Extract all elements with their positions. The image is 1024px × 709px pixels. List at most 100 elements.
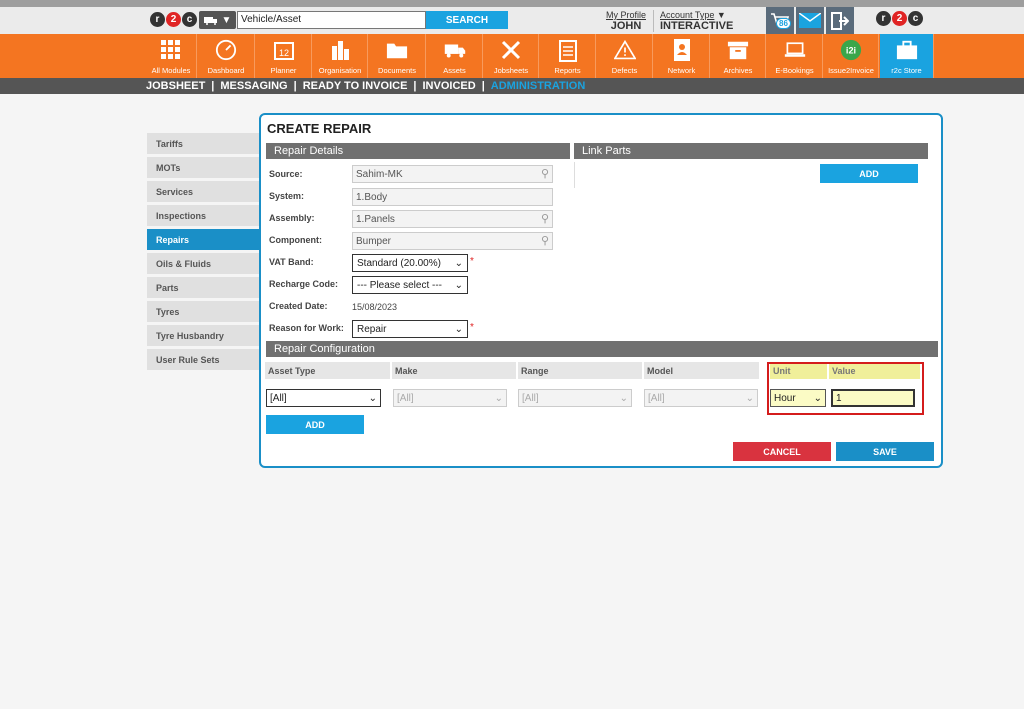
vehicle-search-input[interactable]: Vehicle/Asset (237, 11, 426, 29)
subnav-jobsheet[interactable]: JOBSHEET (146, 80, 205, 92)
clipboard-icon (557, 39, 579, 62)
logo-letter-2: 2 (166, 12, 181, 27)
vat-band-value: Standard (20.00%) (357, 257, 441, 269)
chevron-down-icon: ⌄ (454, 257, 463, 269)
folder-icon (386, 39, 408, 61)
col-asset-type: Asset Type (265, 362, 390, 379)
nav-defects[interactable]: Defects (597, 34, 653, 78)
my-profile[interactable]: My Profile JOHN (605, 10, 647, 32)
range-select[interactable]: [All] ⌄ (518, 389, 632, 407)
nav-network[interactable]: Network (654, 34, 710, 78)
sidebar-item-tyres[interactable]: Tyres (147, 301, 259, 322)
nav-r2c-store[interactable]: r2c Store (880, 34, 934, 78)
logo-letter-c: c (182, 12, 197, 27)
logo-letter-r: r (876, 11, 891, 26)
col-range: Range (518, 362, 642, 379)
nav-jobsheets[interactable]: Jobsheets (484, 34, 539, 78)
sidebar-item-inspections[interactable]: Inspections (147, 205, 259, 226)
nav-e-bookings[interactable]: E-Bookings (767, 34, 823, 78)
assembly-field[interactable]: 1.Panels ⚲ (352, 210, 553, 228)
vat-band-select[interactable]: Standard (20.00%) ⌄ (352, 254, 468, 272)
notification-badge: 86 (776, 18, 791, 29)
col-make: Make (392, 362, 516, 379)
briefcase-icon (896, 39, 918, 61)
nav-label: Planner (270, 66, 297, 75)
sidebar-item-user-rule-sets[interactable]: User Rule Sets (147, 349, 259, 370)
truck-icon (444, 39, 466, 61)
reason-label: Reason for Work: (269, 323, 344, 333)
page-title: CREATE REPAIR (267, 121, 372, 136)
sidebar-item-parts[interactable]: Parts (147, 277, 259, 298)
account-type-link[interactable]: Account Type (660, 10, 714, 20)
sidebar-item-tariffs[interactable]: Tariffs (147, 133, 259, 154)
search-button[interactable]: SEARCH (426, 11, 508, 29)
model-select[interactable]: [All] ⌄ (644, 389, 758, 407)
messages-button[interactable] (796, 7, 824, 34)
search-icon[interactable]: ⚲ (541, 212, 549, 225)
source-value: Sahim-MK (356, 169, 403, 180)
sidebar-item-tyre-husbandry[interactable]: Tyre Husbandry (147, 325, 259, 346)
account-type[interactable]: Account Type ▼ INTERACTIVE (653, 10, 733, 32)
admin-sidebar: Tariffs MOTs Services Inspections Repair… (147, 133, 259, 373)
cancel-button[interactable]: CANCEL (733, 442, 831, 461)
vehicle-type-selector[interactable]: ▼ (199, 11, 236, 29)
r2c-logo-right: r2c (876, 11, 924, 26)
logout-button[interactable] (826, 7, 854, 34)
r2c-logo-left[interactable]: r2c (150, 12, 198, 27)
sidebar-item-oils-fluids[interactable]: Oils & Fluids (147, 253, 259, 274)
system-field[interactable]: 1.Body (352, 188, 553, 206)
nav-label: Documents (378, 66, 416, 75)
i2i-text: i2i (846, 46, 856, 56)
save-button[interactable]: SAVE (836, 442, 934, 461)
make-select[interactable]: [All] ⌄ (393, 389, 507, 407)
nav-label: E-Bookings (775, 66, 814, 75)
search-icon[interactable]: ⚲ (541, 234, 549, 247)
make-value: [All] (397, 392, 414, 404)
nav-all-modules[interactable]: All Modules (146, 34, 197, 78)
nav-documents[interactable]: Documents (369, 34, 426, 78)
gauge-icon (215, 39, 237, 61)
chevron-down-icon: ⌄ (368, 392, 377, 404)
source-label: Source: (269, 169, 303, 179)
source-field[interactable]: Sahim-MK ⚲ (352, 165, 553, 183)
search-icon[interactable]: ⚲ (541, 167, 549, 180)
chevron-down-icon: ▼ (716, 10, 726, 20)
logo-letter-r: r (150, 12, 165, 27)
nav-label: Defects (611, 66, 638, 75)
notifications-button[interactable]: 86 (766, 7, 794, 34)
nav-dashboard[interactable]: Dashboard (198, 34, 255, 78)
nav-issue2invoice[interactable]: i2i Issue2Invoice (824, 34, 879, 78)
component-value: Bumper (356, 236, 392, 247)
model-value: [All] (648, 392, 665, 404)
laptop-icon (784, 39, 806, 61)
subnav-ready-to-invoice[interactable]: READY TO INVOICE (303, 80, 408, 92)
unit-value-highlight (767, 362, 924, 415)
account-name: INTERACTIVE (660, 20, 734, 32)
nav-assets[interactable]: Assets (427, 34, 483, 78)
my-profile-link[interactable]: My Profile (605, 10, 647, 20)
nav-planner[interactable]: 12 Planner (256, 34, 312, 78)
nav-organisation[interactable]: Organisation (313, 34, 368, 78)
logo-letter-c: c (908, 11, 923, 26)
sidebar-item-repairs[interactable]: Repairs (147, 229, 259, 250)
sub-nav: JOBSHEET | MESSAGING | READY TO INVOICE … (0, 78, 1024, 94)
component-field[interactable]: Bumper ⚲ (352, 232, 553, 250)
subnav-invoiced[interactable]: INVOICED (423, 80, 476, 92)
sidebar-item-mots[interactable]: MOTs (147, 157, 259, 178)
link-parts-add-button[interactable]: ADD (820, 164, 918, 183)
building-icon (329, 39, 351, 61)
nav-archives[interactable]: Archives (711, 34, 766, 78)
recharge-code-select[interactable]: --- Please select --- ⌄ (352, 276, 468, 294)
sidebar-item-services[interactable]: Services (147, 181, 259, 202)
subnav-administration[interactable]: ADMINISTRATION (491, 80, 586, 92)
nav-reports[interactable]: Reports (540, 34, 596, 78)
asset-type-select[interactable]: [All] ⌄ (266, 389, 381, 407)
chevron-down-icon: ⌄ (745, 392, 754, 404)
config-add-button[interactable]: ADD (266, 415, 364, 434)
reason-select[interactable]: Repair ⌄ (352, 320, 468, 338)
created-date-label: Created Date: (269, 301, 328, 311)
subnav-messaging[interactable]: MESSAGING (220, 80, 287, 92)
calendar-icon: 12 (273, 39, 295, 61)
nav-label: Dashboard (207, 66, 245, 75)
required-marker: * (470, 322, 474, 333)
